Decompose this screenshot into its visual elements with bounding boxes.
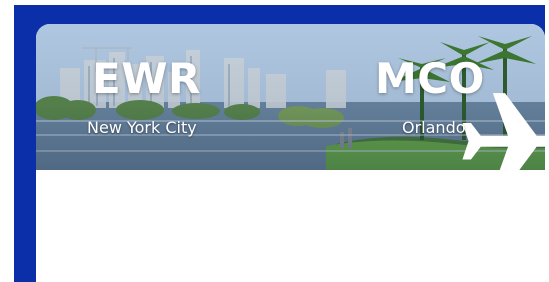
trip-card[interactable]: EWR New York City MCO Orlando <box>36 24 545 282</box>
destination-airport-code: MCO <box>375 54 485 103</box>
origin-airport-code: EWR <box>92 54 201 103</box>
destination-hero-image: EWR New York City MCO Orlando <box>36 24 545 170</box>
airplane-icon <box>270 67 545 170</box>
origin-city: New York City <box>87 118 197 137</box>
page-edge <box>545 5 549 282</box>
destination-city: Orlando <box>402 118 466 137</box>
